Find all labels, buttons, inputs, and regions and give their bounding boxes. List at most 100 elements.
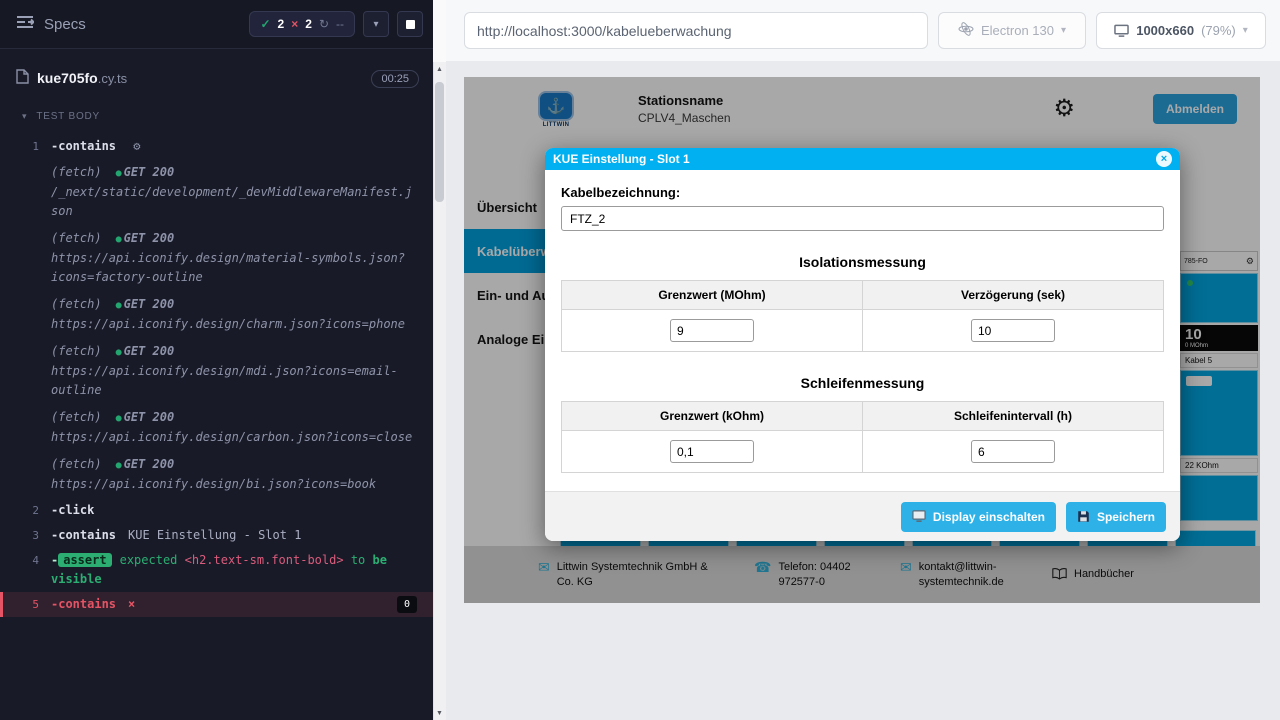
passed-count: 2: [278, 17, 285, 31]
cypress-reporter: Specs ✓ 2 × 2 ↻ -- ▾ kue705fo.cy.ts: [0, 0, 433, 720]
status-dot-icon: ●: [116, 413, 122, 424]
modal-header: KUE Einstellung - Slot 1 ×: [545, 148, 1180, 170]
aut-background: ⚓ LITTWIN Stationsname CPLV4_Maschen ⚙ A…: [446, 61, 1280, 720]
electron-icon: [958, 21, 974, 40]
test-stats[interactable]: ✓ 2 × 2 ↻ --: [249, 11, 355, 37]
loop-grenzwert-input[interactable]: [670, 440, 754, 463]
close-icon[interactable]: ×: [1156, 151, 1172, 167]
spec-file-row[interactable]: kue705fo.cy.ts 00:25: [0, 49, 433, 99]
log-row-fetch[interactable]: (fetch) ●GET 200 /_next/static/developmen…: [0, 159, 433, 225]
fetch-url: https://api.iconify.design/material-symb…: [51, 249, 417, 287]
viewport-size: 1000x660: [1136, 23, 1194, 38]
pending-refresh-icon: ↻: [319, 17, 329, 31]
pending-count: --: [336, 17, 344, 31]
spec-duration-badge: 00:25: [371, 70, 419, 88]
fetch-tag: (fetch): [51, 410, 102, 424]
column-header: Grenzwert (kOhm): [562, 402, 863, 431]
status-dot-icon: ●: [116, 460, 122, 471]
display-on-button[interactable]: Display einschalten: [901, 502, 1056, 532]
fetch-status: GET 200: [124, 410, 175, 424]
fetch-status: GET 200: [124, 344, 175, 358]
iso-verzoegerung-input[interactable]: [971, 319, 1055, 342]
chevron-down-icon: ▾: [22, 111, 27, 122]
fetch-tag: (fetch): [51, 457, 102, 471]
fail-x-icon: ×: [128, 595, 135, 614]
browser-selector[interactable]: Electron 130 ▾: [938, 12, 1086, 49]
fetch-status: GET 200: [124, 297, 175, 311]
log-row-assert[interactable]: 4 -assertexpected <h2.text-sm.font-bold>…: [0, 548, 433, 592]
app-under-test: ⚓ LITTWIN Stationsname CPLV4_Maschen ⚙ A…: [464, 77, 1260, 603]
test-body-label: TEST BODY: [36, 111, 100, 122]
log-row-contains-1[interactable]: 1 -contains ⚙: [0, 134, 433, 159]
fetch-tag: (fetch): [51, 231, 102, 245]
assert-target-selector: <h2.text-sm.font-bold>: [185, 553, 344, 567]
browser-controls: Electron 130 ▾ 1000x660 (79%) ▾: [446, 0, 1280, 61]
children-count-badge: 0: [397, 596, 417, 613]
fetch-url: /_next/static/development/_devMiddleware…: [51, 183, 417, 221]
screen: Specs ✓ 2 × 2 ↻ -- ▾ kue705fo.cy.ts: [0, 0, 1280, 720]
column-header: Grenzwert (MOhm): [562, 281, 863, 310]
fetch-status: GET 200: [124, 457, 175, 471]
command-name: -click: [51, 503, 94, 517]
loop-intervall-input[interactable]: [971, 440, 1055, 463]
log-row-fetch[interactable]: (fetch)●GET 200 https://api.iconify.desi…: [0, 338, 433, 404]
chevron-down-icon: ▾: [1243, 25, 1248, 36]
viewport-selector[interactable]: 1000x660 (79%) ▾: [1096, 12, 1266, 49]
save-button[interactable]: Speichern: [1066, 502, 1166, 532]
line-number: 4: [3, 551, 51, 570]
scroll-down-icon[interactable]: ▼: [433, 710, 446, 717]
address-bar[interactable]: [464, 12, 928, 49]
scrollbar-thumb[interactable]: [435, 82, 444, 202]
gear-icon: ⚙: [133, 139, 140, 153]
cable-designation-input[interactable]: [561, 206, 1164, 231]
log-row-fetch[interactable]: (fetch)●GET 200 https://api.iconify.desi…: [0, 291, 433, 338]
reporter-scrollbar[interactable]: ▲ ▼: [433, 0, 446, 720]
column-header: Schleifenintervall (h): [863, 402, 1164, 431]
assert-badge: assert: [58, 553, 111, 567]
collapse-reporter-button[interactable]: ▾: [363, 11, 389, 37]
log-row-fetch[interactable]: (fetch) ●GET 200 https://api.iconify.desi…: [0, 225, 433, 291]
command-name: -contains: [51, 595, 116, 614]
status-dot-icon: ●: [116, 234, 122, 245]
modal-body: Kabelbezeichnung: Isolationsmessung Gren…: [545, 170, 1180, 491]
scroll-up-icon[interactable]: ▲: [433, 66, 446, 73]
specs-menu-icon[interactable]: [16, 15, 34, 34]
command-argument: KUE Einstellung - Slot 1: [128, 528, 301, 542]
loop-section-title: Schleifenmessung: [561, 375, 1164, 391]
spec-name: kue705fo: [37, 70, 98, 86]
line-number: 5: [3, 595, 51, 614]
stop-run-button[interactable]: [397, 11, 423, 37]
modal-footer: Display einschalten Speichern: [545, 491, 1180, 541]
fetch-status: GET 200: [124, 231, 175, 245]
monitor-icon: [912, 510, 926, 523]
status-dot-icon: ●: [116, 347, 122, 358]
spec-file-icon: [16, 69, 29, 89]
chevron-down-icon: ▾: [373, 19, 378, 30]
column-header: Verzögerung (sek): [863, 281, 1164, 310]
specs-label[interactable]: Specs: [44, 16, 86, 33]
log-row-click[interactable]: 2 -click: [0, 498, 433, 523]
log-row-fetch[interactable]: (fetch)●GET 200 https://api.iconify.desi…: [0, 404, 433, 451]
modal-title: KUE Einstellung - Slot 1: [553, 152, 690, 166]
log-row-contains-2[interactable]: 3 -contains KUE Einstellung - Slot 1: [0, 523, 433, 548]
passed-check-icon: ✓: [260, 17, 270, 31]
floppy-disk-icon: [1077, 510, 1090, 523]
browser-name: Electron 130: [981, 23, 1054, 38]
command-name: -contains: [51, 528, 116, 542]
log-row-fetch[interactable]: (fetch) ●GET 200 https://api.iconify.desi…: [0, 451, 433, 498]
fetch-tag: (fetch): [51, 165, 102, 179]
failed-x-icon: ×: [291, 17, 298, 31]
viewport-zoom: (79%): [1201, 23, 1236, 38]
status-dot-icon: ●: [116, 168, 122, 179]
command-name: -contains: [51, 139, 116, 153]
fetch-status: GET 200: [124, 165, 175, 179]
kue-settings-modal: KUE Einstellung - Slot 1 × Kabelbezeichn…: [545, 148, 1180, 541]
iso-grenzwert-input[interactable]: [670, 319, 754, 342]
fetch-url: https://api.iconify.design/bi.json?icons…: [51, 475, 417, 494]
line-number: 3: [3, 526, 51, 545]
test-body-section-toggle[interactable]: ▾ TEST BODY: [0, 99, 433, 130]
fetch-url: https://api.iconify.design/mdi.json?icon…: [51, 362, 417, 400]
line-number: 2: [3, 501, 51, 520]
isolation-table: Grenzwert (MOhm) Verzögerung (sek): [561, 280, 1164, 352]
log-row-contains-failed[interactable]: 5 -contains × 0: [0, 592, 433, 617]
